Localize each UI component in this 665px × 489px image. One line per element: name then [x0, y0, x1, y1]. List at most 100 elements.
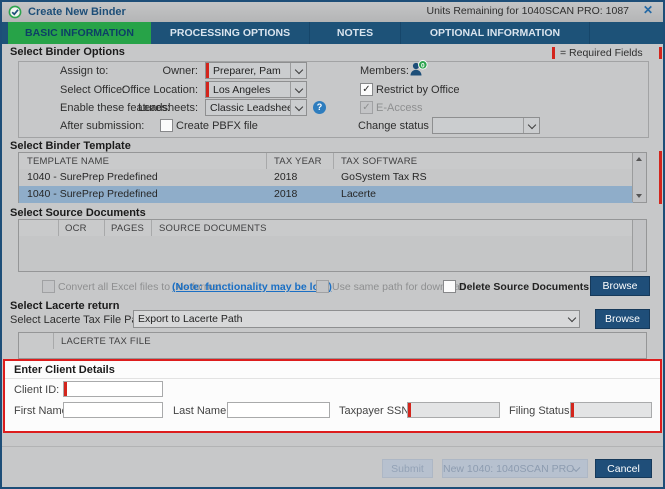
leadsheets-label: Leadsheets:: [138, 102, 198, 114]
cell-template-name: 1040 - SurePrep Predefined: [27, 188, 158, 200]
chevron-down-icon: [290, 82, 306, 97]
section-title-binder-template: Select Binder Template: [10, 140, 131, 152]
members-icon[interactable]: 0: [408, 60, 429, 77]
taxpayer-ssn-field[interactable]: [407, 402, 500, 418]
functionality-note-link[interactable]: (Note: functionality may be lost): [172, 281, 332, 293]
template-table-header: TEMPLATE NAME TAX YEAR TAX SOFTWARE: [19, 153, 646, 170]
col-tax-year: TAX YEAR: [274, 156, 322, 167]
client-id-label: Client ID:: [14, 384, 60, 396]
lacerte-path-select[interactable]: Export to Lacerte Path: [133, 310, 580, 328]
col-tax-software: TAX SOFTWARE: [341, 156, 418, 167]
convert-excel-checkbox[interactable]: [42, 280, 55, 293]
last-name-label: Last Name:: [173, 405, 230, 417]
owner-label: Owner:: [162, 65, 198, 77]
client-id-field[interactable]: [63, 381, 163, 397]
office-location-label: Office Location:: [121, 84, 198, 96]
scroll-up-icon[interactable]: [636, 157, 642, 161]
binder-check-icon: [8, 5, 22, 19]
lacerte-path-value: Export to Lacerte Path: [138, 313, 243, 325]
required-edge-mark-top: [659, 47, 662, 59]
section-title-client-details: Enter Client Details: [14, 364, 115, 376]
last-name-input[interactable]: [228, 403, 329, 417]
cell-tax-year: 2018: [274, 188, 298, 200]
template-table-scrollbar[interactable]: [632, 153, 646, 202]
required-legend-text: = Required Fields: [560, 47, 643, 59]
first-name-field[interactable]: [63, 402, 163, 418]
chevron-down-icon: [290, 100, 306, 115]
col-pages: PAGES: [111, 223, 145, 234]
close-icon[interactable]: ✕: [643, 3, 653, 17]
use-same-path-checkbox[interactable]: [316, 280, 329, 293]
create-pbfx-label: Create PBFX file: [176, 120, 258, 132]
window-title: Create New Binder: [28, 6, 126, 18]
office-location-select[interactable]: Los Angeles: [205, 81, 307, 98]
delete-source-documents-checkbox[interactable]: [443, 280, 456, 293]
browse-source-documents-button[interactable]: Browse: [590, 276, 650, 296]
chevron-down-icon: [523, 118, 539, 133]
browse-lacerte-button[interactable]: Browse: [595, 309, 650, 329]
taxpayer-ssn-label: Taxpayer SSN:: [339, 405, 413, 417]
owner-select[interactable]: Preparer, Pam: [205, 62, 307, 79]
binder-type-select[interactable]: New 1040: 1040SCAN PRO: [442, 459, 588, 478]
office-location-value: Los Angeles: [213, 83, 271, 96]
chevron-down-icon: [564, 311, 579, 327]
create-pbfx-checkbox[interactable]: [160, 119, 173, 132]
col-source-documents: SOURCE DOCUMENTS: [159, 223, 267, 234]
cell-tax-year: 2018: [274, 171, 298, 183]
required-legend-bar: [552, 47, 555, 59]
filing-status-input[interactable]: [574, 403, 651, 417]
section-title-lacerte-return: Select Lacerte return: [10, 300, 120, 312]
units-remaining-text: Units Remaining for 1040SCAN PRO: 1087: [426, 5, 629, 17]
table-row-selected[interactable]: 1040 - SurePrep Predefined 2018 Lacerte: [19, 186, 633, 203]
tab-optional-information[interactable]: OPTIONAL INFORMATION: [401, 22, 590, 44]
cancel-button[interactable]: Cancel: [595, 459, 652, 478]
lacerte-table-empty-row: [19, 349, 646, 358]
col-ocr: OCR: [65, 223, 87, 234]
create-new-binder-dialog: Create New Binder Units Remaining for 10…: [0, 0, 665, 489]
tab-notes[interactable]: NOTES: [310, 22, 401, 44]
scroll-down-icon[interactable]: [636, 194, 642, 198]
tab-basic-information[interactable]: BASIC INFORMATION: [8, 22, 151, 44]
col-template-name: TEMPLATE NAME: [27, 156, 110, 167]
binder-type-value: New 1040: 1040SCAN PRO: [443, 462, 575, 475]
cell-tax-software: Lacerte: [341, 188, 377, 200]
section-title-binder-options: Select Binder Options: [10, 46, 125, 58]
leadsheets-select[interactable]: Classic Leadsheets: [205, 99, 307, 116]
cell-tax-software: GoSystem Tax RS: [341, 171, 427, 183]
restrict-by-office-checkbox[interactable]: [360, 83, 373, 96]
first-name-input[interactable]: [64, 403, 162, 417]
taxpayer-ssn-input[interactable]: [411, 403, 499, 417]
chevron-down-icon: [290, 63, 306, 78]
help-icon[interactable]: ?: [313, 101, 326, 114]
last-name-field[interactable]: [227, 402, 330, 418]
filing-status-label: Filing Status:: [509, 405, 573, 417]
source-documents-table: OCR PAGES SOURCE DOCUMENTS: [18, 219, 647, 272]
table-row[interactable]: 1040 - SurePrep Predefined 2018 GoSystem…: [19, 169, 633, 186]
delete-source-documents-label: Delete Source Documents: [459, 281, 590, 293]
submit-button[interactable]: Submit: [382, 459, 433, 478]
section-title-source-documents: Select Source Documents: [10, 207, 146, 219]
binder-template-table: TEMPLATE NAME TAX YEAR TAX SOFTWARE 1040…: [18, 152, 647, 203]
required-edge-mark-template: [659, 151, 662, 204]
filing-status-field[interactable]: [570, 402, 652, 418]
restrict-by-office-label: Restrict by Office: [376, 84, 460, 96]
lacerte-file-table: LACERTE TAX FILE: [18, 332, 647, 359]
tab-bar: BASIC INFORMATION PROCESSING OPTIONS NOT…: [2, 22, 663, 44]
tab-processing-options[interactable]: PROCESSING OPTIONS: [151, 22, 310, 44]
cell-template-name: 1040 - SurePrep Predefined: [27, 171, 158, 183]
e-access-label: E-Access: [376, 102, 423, 114]
col-lacerte-tax-file: LACERTE TAX FILE: [61, 336, 151, 347]
source-table-header: OCR PAGES SOURCE DOCUMENTS: [19, 220, 646, 237]
lacerte-table-header: LACERTE TAX FILE: [19, 333, 646, 350]
e-access-checkbox[interactable]: [360, 101, 373, 114]
members-label: Members:: [360, 65, 409, 77]
leadsheets-value: Classic Leadsheets: [210, 101, 290, 114]
client-id-input[interactable]: [67, 382, 162, 396]
footer-divider: [2, 446, 663, 447]
members-count-badge: 0: [421, 62, 425, 69]
after-submission-label: After submission:: [60, 120, 145, 132]
lacerte-path-label: Select Lacerte Tax File Path:: [10, 314, 150, 326]
source-table-scrollbar[interactable]: [632, 220, 646, 271]
change-status-select[interactable]: [432, 117, 540, 134]
source-table-empty-body: [19, 236, 633, 271]
